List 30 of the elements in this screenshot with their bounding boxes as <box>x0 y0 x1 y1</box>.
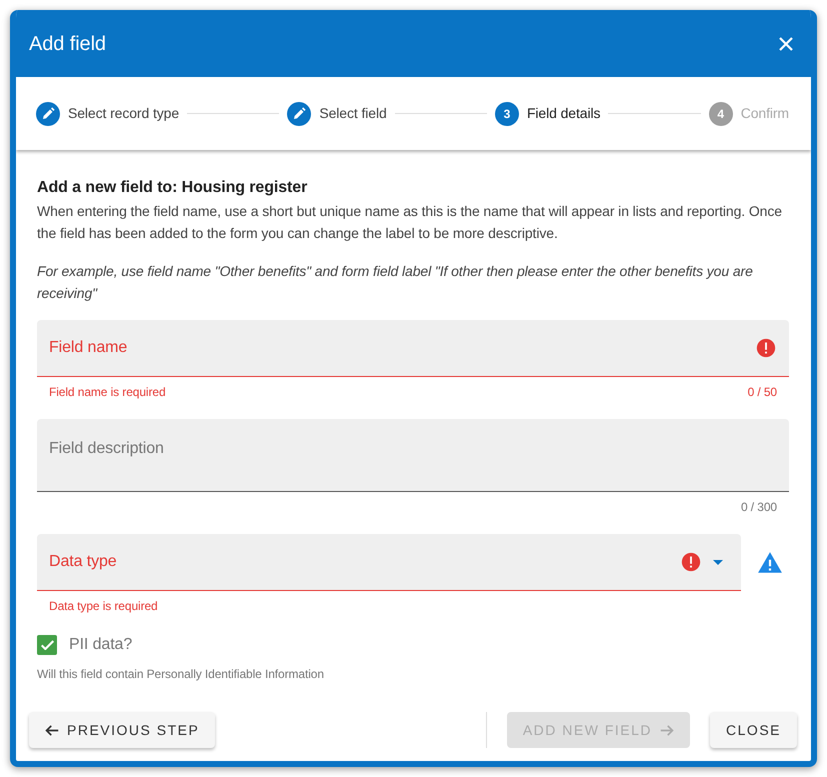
form-heading: Add a new field to: Housing register <box>37 178 308 198</box>
step-label: Confirm <box>740 104 789 123</box>
arrow-left-icon <box>45 724 59 736</box>
checkbox[interactable] <box>37 635 57 655</box>
hint-text: Will this field contain Personally Identifiable Information <box>37 666 325 683</box>
error-message: Data type is required <box>49 598 158 615</box>
step-number: 3 <box>494 102 519 126</box>
input-field[interactable]: Field name <box>37 320 789 377</box>
step-number: 4 <box>708 102 733 126</box>
character-counter: 0 / 300 <box>741 499 777 516</box>
error-icon <box>755 337 777 359</box>
checkbox-label: PII data? <box>69 635 132 655</box>
character-counter: 0 / 50 <box>748 384 777 401</box>
close-icon <box>777 34 795 52</box>
caret-icon <box>713 560 723 564</box>
error-icon <box>680 551 702 573</box>
example-text: For example, use field name "Other benefits" and form field label "If other then please enter the other benefits you are receiving" <box>37 262 754 303</box>
previous-step-button[interactable]: PREVIOUS STEP <box>29 712 216 748</box>
step-label: Select field <box>319 104 387 123</box>
step-label: Select record type <box>68 104 180 123</box>
error-message: Field name is required <box>49 384 166 401</box>
dialog-title: Add field <box>29 32 106 56</box>
textarea-field[interactable]: Field description <box>37 419 789 492</box>
select-field[interactable]: Data type <box>37 534 741 591</box>
checkmark-icon <box>40 640 54 650</box>
close-button[interactable]: CLOSE <box>710 712 797 748</box>
instructions-text: When entering the field name, use a short but unique name as this is the name that will appear in lists and reporting. Once the field has been added to the form you can change the label to be more descriptive. <box>37 202 783 243</box>
close-button[interactable] <box>777 34 795 52</box>
step-label: Field details <box>526 104 600 123</box>
arrow-right-icon <box>660 724 674 736</box>
